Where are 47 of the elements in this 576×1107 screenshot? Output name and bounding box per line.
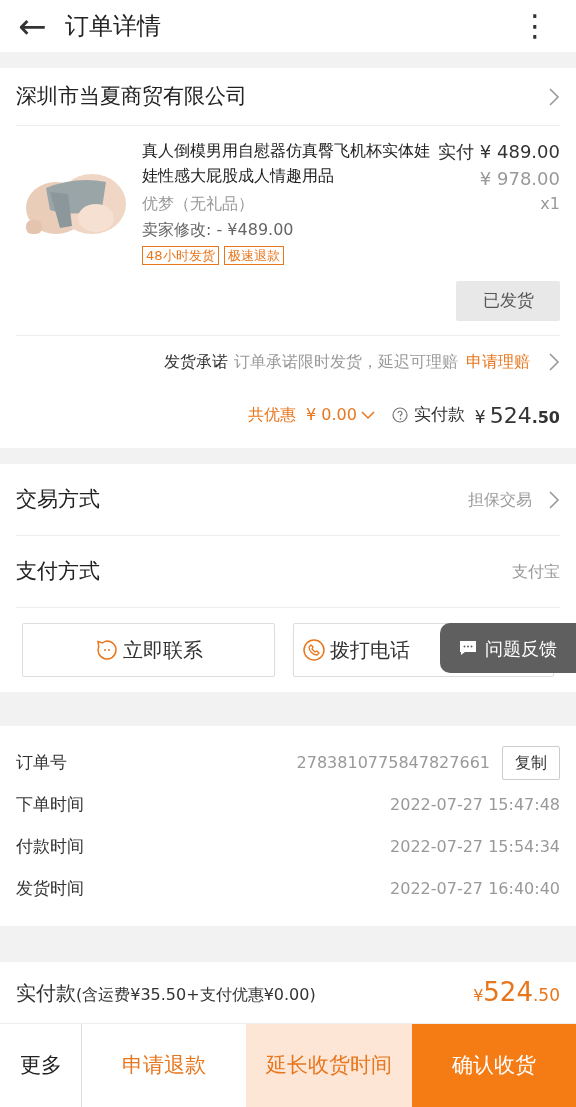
info-label: 发货时间 <box>16 877 84 901</box>
original-price: ¥ 978.00 <box>479 167 560 191</box>
setting-label: 交易方式 <box>16 485 100 513</box>
info-value: 2022-07-27 15:54:34 <box>390 836 560 858</box>
info-value: 2022-07-27 15:47:48 <box>390 794 560 816</box>
info-value: 2022-07-27 16:40:40 <box>390 878 560 900</box>
discount-amount: ¥ 0.00 <box>305 404 357 426</box>
info-label: 订单号 <box>16 751 67 775</box>
product-variant: 优梦（无礼品） <box>142 193 254 215</box>
info-label: 下单时间 <box>16 793 84 817</box>
help-icon[interactable] <box>391 407 408 423</box>
product-title: 真人倒模男用自慰器仿真臀飞机杯实体娃娃性感大屁股成人情趣用品 <box>142 140 431 187</box>
copy-button[interactable]: 复制 <box>502 746 560 780</box>
setting-label: 支付方式 <box>16 557 100 585</box>
setting-value: 支付宝 <box>512 560 560 583</box>
back-button[interactable]: ← <box>18 9 47 43</box>
paid-label: 实付 <box>437 140 474 164</box>
setting-value: 担保交易 <box>468 488 532 511</box>
shop-name: 深圳市当夏商贸有限公司 <box>16 82 247 110</box>
shipped-button[interactable]: 已发货 <box>456 281 560 321</box>
seller-price-change: 卖家修改: - ¥489.00 <box>142 219 295 241</box>
page-title: 订单详情 <box>64 11 162 42</box>
message-icon <box>459 640 477 656</box>
total-amount: ¥524.50 <box>473 976 560 1009</box>
quantity: x1 <box>540 193 560 215</box>
phone-icon <box>302 638 326 662</box>
info-value: 2783810775847827661 <box>296 752 490 774</box>
feedback-toast[interactable]: 问题反馈 <box>440 623 576 673</box>
service-tag: 极速退款 <box>223 246 284 265</box>
promise-text: 订单承诺限时发货，延迟可理赔 <box>234 351 458 373</box>
info-label: 付款时间 <box>16 835 84 859</box>
total-breakdown: (含运费¥35.50+支付优惠¥0.00) <box>76 983 316 1006</box>
paid-total-label: 实付款 <box>413 403 465 427</box>
more-button[interactable]: 更多 <box>0 1024 82 1107</box>
chevron-right-icon <box>548 86 560 107</box>
total-label: 实付款 <box>16 979 76 1007</box>
chat-face-icon <box>94 638 119 662</box>
paid-price: ¥ 489.00 <box>479 140 560 164</box>
paid-total: ¥ 524.50 <box>474 401 560 430</box>
more-button[interactable]: ⋮ <box>512 11 558 41</box>
service-tag: 48小时发货 <box>142 246 219 265</box>
chevron-right-icon <box>548 352 560 372</box>
expand-icon[interactable] <box>359 409 376 421</box>
contact-button[interactable]: 立即联系 <box>22 623 275 677</box>
discount-label: 共优惠 <box>247 404 296 426</box>
promise-label: 发货承诺 <box>164 351 228 373</box>
chevron-right-icon <box>548 489 560 510</box>
